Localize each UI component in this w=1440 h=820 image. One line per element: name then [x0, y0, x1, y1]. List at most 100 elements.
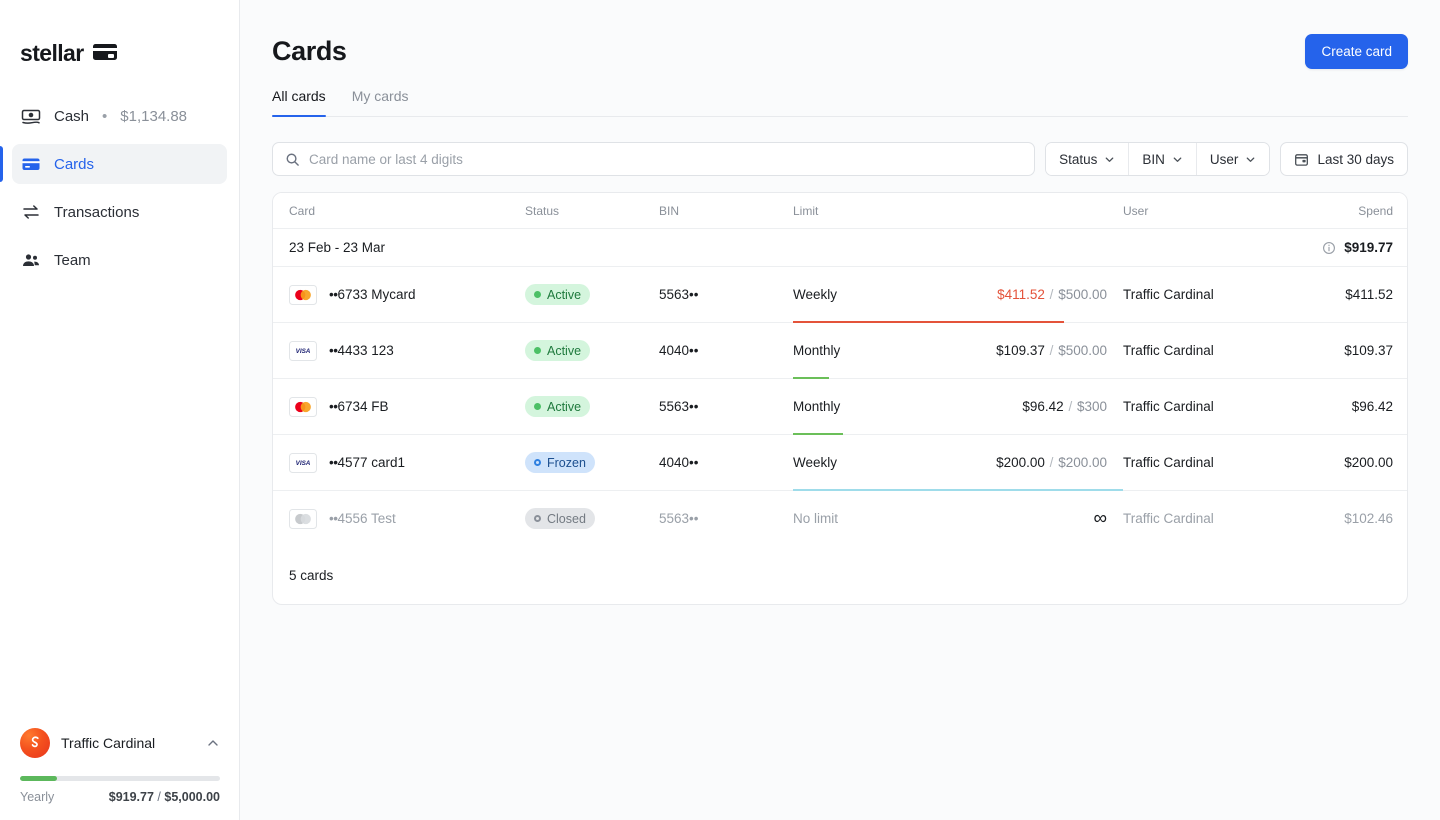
user-name: Traffic Cardinal: [1123, 343, 1214, 358]
credit-card-icon: [92, 44, 117, 60]
sidebar-item-cards[interactable]: Cards: [0, 144, 227, 184]
status-badge-label: Active: [547, 399, 582, 414]
tab-my-cards[interactable]: My cards: [352, 88, 409, 116]
bin-value: 5563••: [659, 399, 699, 414]
cell-spend: $96.42: [1293, 378, 1407, 435]
column-header-status: Status: [525, 193, 659, 229]
active-indicator: [0, 146, 3, 182]
credit-card-icon: [20, 153, 42, 175]
sidebar-item-cash[interactable]: Cash • $1,134.88: [12, 96, 227, 136]
cell-bin: 4040••: [659, 322, 793, 379]
cell-bin: 5563••: [659, 266, 793, 323]
filter-bin-label: BIN: [1142, 151, 1165, 167]
cell-card: ••6733 Mycard: [273, 266, 525, 323]
cell-status: Closed: [525, 491, 659, 547]
mastercard-grey-icon: [289, 508, 317, 529]
table-row[interactable]: VISA ••4433 123 Active 4040•• Monthly $109.37…: [273, 322, 1407, 379]
status-dot-icon: [534, 403, 541, 410]
search-box[interactable]: [272, 142, 1036, 176]
search-input[interactable]: [309, 151, 1023, 167]
user-name: Traffic Cardinal: [1123, 287, 1214, 302]
yearly-total: $5,000.00: [164, 790, 220, 804]
table-row[interactable]: ••6734 FB Active 5563•• Monthly $96.42 / $30…: [273, 378, 1407, 435]
yearly-amounts: Yearly $919.77 / $5,000.00: [20, 790, 220, 804]
card-name: ••4433 123: [329, 343, 394, 358]
status-ring-icon: [534, 515, 541, 523]
limit-progress-bar: [793, 545, 1123, 548]
cell-user: Traffic Cardinal: [1123, 266, 1293, 323]
card-name: ••6734 FB: [329, 399, 389, 414]
sidebar-item-team[interactable]: Team: [12, 240, 227, 280]
sidebar-footer: Traffic Cardinal Yearly $919.77 / $5,000…: [0, 720, 240, 820]
info-icon[interactable]: [1322, 241, 1336, 255]
yearly-label: Yearly: [20, 790, 55, 804]
cell-card: ••4556 Test: [273, 491, 525, 547]
cell-bin: 5563••: [659, 378, 793, 435]
chevron-up-icon[interactable]: [206, 736, 220, 750]
status-dot-icon: [534, 291, 541, 298]
filter-status-button[interactable]: Status: [1046, 143, 1130, 175]
filter-bin-button[interactable]: BIN: [1129, 143, 1197, 175]
limit-period: No limit: [793, 511, 839, 527]
column-header-card: Card: [273, 193, 525, 229]
table-footer: 5 cards: [289, 567, 334, 583]
date-group-range: 23 Feb - 23 Mar: [273, 228, 1123, 267]
cell-spend: $109.37: [1293, 322, 1407, 379]
cell-spend: $102.46: [1344, 511, 1393, 527]
table-row[interactable]: ••4556 Test Closed 5563•• No limit ∞ Traffic …: [273, 491, 1407, 548]
cell-status: Active: [525, 322, 659, 379]
sidebar-nav: Cash • $1,134.88 Cards Transactions Team: [0, 96, 239, 280]
limit-infinity-icon: ∞: [1093, 508, 1107, 530]
cell-status: Active: [525, 378, 659, 435]
account-switcher[interactable]: Traffic Cardinal: [20, 720, 220, 766]
cell-card: VISA ••4433 123: [273, 322, 525, 379]
cell-bin: 4040••: [659, 434, 793, 491]
cell-limit: Weekly $411.52 / $500.00: [793, 266, 1123, 323]
date-range-button[interactable]: Last 30 days: [1280, 142, 1408, 176]
team-people-icon: [20, 249, 42, 271]
sidebar-separator: •: [102, 107, 108, 125]
table-row[interactable]: ••6733 Mycard Active 5563•• Weekly $411.52 /…: [273, 266, 1407, 323]
cell-spend: $200.00: [1293, 434, 1407, 491]
cell-card: ••6734 FB: [273, 378, 525, 435]
date-group-row: 23 Feb - 23 Mar $919.77: [273, 228, 1407, 267]
status-badge-label: Closed: [547, 511, 586, 526]
column-header-user: User: [1123, 193, 1293, 229]
card-mask-dots: ••: [329, 455, 338, 470]
sidebar-item-transactions[interactable]: Transactions: [12, 192, 227, 232]
calendar-icon: [1294, 152, 1309, 167]
column-header-spend: Spend: [1293, 193, 1407, 229]
limit-cap: $500.00: [1058, 287, 1107, 302]
table-body: 23 Feb - 23 Mar $919.77 ••6733 Mycard Ac…: [273, 228, 1407, 548]
cell-user: Traffic Cardinal: [1123, 378, 1293, 435]
tab-bar: All cards My cards: [272, 88, 1408, 117]
limit-cap: $200.00: [1058, 455, 1107, 470]
sidebar: stellar Cash • $1,134.88 Cards Transacti…: [0, 0, 240, 820]
tab-all-cards[interactable]: All cards: [272, 88, 326, 117]
status-badge-label: Frozen: [547, 455, 586, 470]
visa-icon: VISA: [289, 340, 317, 361]
user-name: Traffic Cardinal: [1123, 399, 1214, 414]
bin-value: 4040••: [659, 343, 699, 358]
filter-group: Status BIN User: [1045, 142, 1271, 176]
account-name: Traffic Cardinal: [61, 735, 156, 751]
brand-logo[interactable]: stellar: [0, 0, 239, 70]
create-card-button[interactable]: Create card: [1305, 33, 1408, 69]
cell-limit: Monthly $96.42 / $300: [793, 378, 1123, 435]
status-badge: Frozen: [525, 452, 595, 473]
card-name: ••6733 Mycard: [329, 287, 416, 302]
limit-amounts: $96.42 / $300: [1022, 399, 1107, 414]
brand-name: stellar: [20, 39, 84, 66]
status-ring-icon: [534, 459, 541, 466]
avatar: [20, 728, 50, 758]
limit-amounts: $109.37 / $500.00: [996, 343, 1107, 358]
card-mask-dots: ••: [329, 399, 338, 414]
cell-spend: $411.52: [1293, 266, 1407, 323]
limit-separator: /: [1045, 343, 1058, 358]
table-row[interactable]: VISA ••4577 card1 Frozen 4040•• Weekly $200.0…: [273, 434, 1407, 491]
filter-status-label: Status: [1059, 151, 1098, 167]
sidebar-item-label: Cash: [54, 107, 90, 125]
limit-used: $96.42: [1022, 399, 1064, 414]
filter-user-button[interactable]: User: [1196, 143, 1270, 175]
sidebar-item-label: Team: [54, 251, 91, 269]
